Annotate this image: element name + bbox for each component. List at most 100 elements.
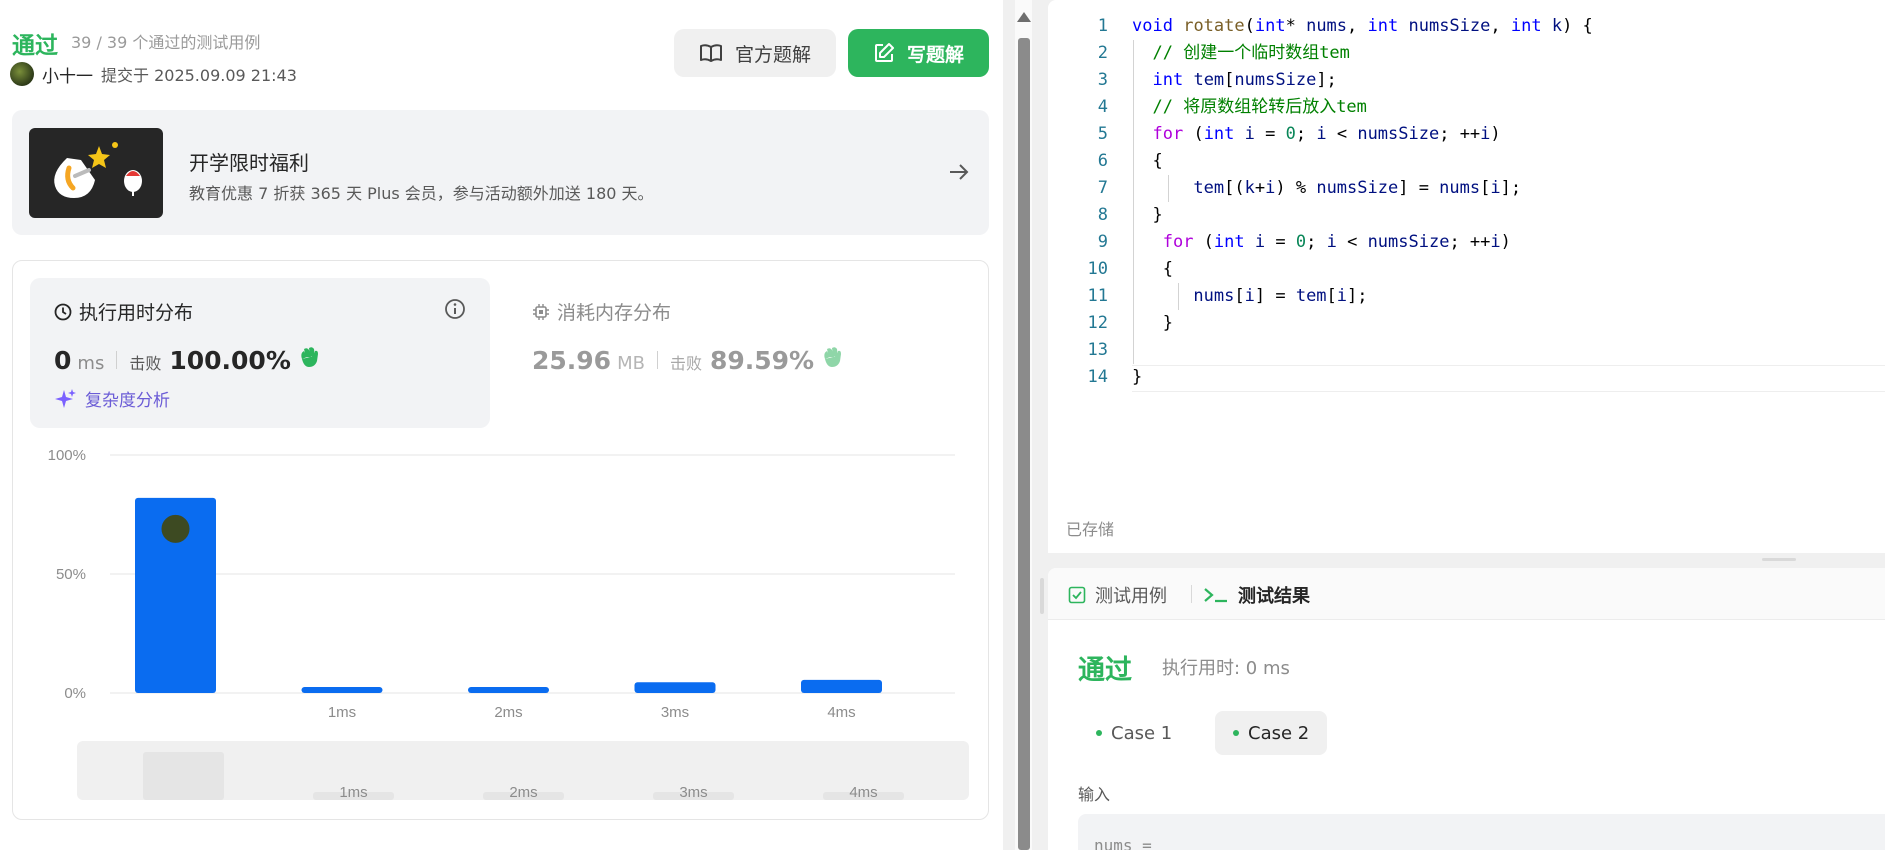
minimap-label: 3ms [679,784,707,800]
minimap-label: 1ms [339,784,367,800]
memory-value-row: 25.96 MB 击败 89.59% [532,345,846,375]
code-line[interactable]: 10 { [1048,256,1885,283]
tab-testcases[interactable]: 测试用例 [1068,582,1167,608]
memory-beat-percent: 89.59% [709,346,815,375]
line-number: 7 [1097,178,1108,198]
testcase-summary: 39 / 39 个通过的测试用例 [71,33,261,52]
case-tab-2[interactable]: Case 2 [1215,711,1328,755]
code-text: } [1132,367,1143,387]
indent-guide [1168,175,1169,202]
code-line[interactable]: 7 tem[(k+i) % numsSize] = nums[i]; [1048,175,1885,202]
line-number: 2 [1097,43,1108,63]
y-tick-label: 0% [64,685,86,702]
code-text: for (int i = 0; i < numsSize; ++i) [1152,124,1501,144]
divider [656,351,658,369]
avatar [159,512,192,545]
tab-test-results[interactable]: 测试结果 [1203,582,1310,608]
sparkle-icon [55,388,76,408]
code-line[interactable]: 2 // 创建一个临时数组tem [1048,40,1885,67]
code-line[interactable]: 13 [1048,337,1885,364]
chip-icon [533,303,549,320]
chart-bar[interactable] [634,682,716,693]
code-line[interactable]: 4 // 将原数组轮转后放入tem [1048,94,1885,121]
code-line[interactable]: 14} [1048,364,1885,391]
code-text: { [1132,151,1163,171]
clock-icon [54,303,72,320]
input-value-box: nums = [1078,814,1885,850]
runtime-label-text: 执行用时分布 [79,302,194,324]
code-line[interactable]: 6 { [1048,148,1885,175]
runtime-distribution-chart: 100% 50% 0% 1ms 2ms 3ms 4ms [48,447,955,721]
pass-dot [1096,730,1102,736]
avatar[interactable] [10,62,34,86]
line-number: 6 [1097,151,1108,171]
edit-icon [874,43,894,62]
memory-label[interactable]: 消耗内存分布 [532,298,671,325]
line-number: 11 [1087,286,1108,306]
code-line[interactable]: 5 for (int i = 0; i < numsSize; ++i) [1048,121,1885,148]
code-line[interactable]: 3 int tem[numsSize]; [1048,67,1885,94]
code-text: tem[(k+i) % numsSize] = nums[i]; [1193,178,1522,198]
chart-minimap-bars: 1ms 2ms 3ms 4ms [143,752,904,800]
case-tab-1-label: Case 1 [1111,722,1173,744]
code-text: { [1132,259,1173,279]
promo-banner[interactable]: 开学限时福利 教育优惠 7 折获 365 天 Plus 会员，参与活动额外加送 … [12,110,989,235]
chart-bar[interactable] [801,679,882,693]
write-solution-button[interactable]: 写题解 [848,29,989,77]
line-number: 9 [1097,232,1108,252]
write-solution-label: 写题解 [906,43,964,66]
official-solution-label: 官方题解 [734,43,811,66]
code-text: nums[i] = tem[i]; [1193,286,1368,306]
code-line[interactable]: 9 for (int i = 0; i < numsSize; ++i) [1048,229,1885,256]
line-number: 8 [1097,205,1108,225]
terminal-icon [1204,588,1227,603]
code-text: } [1132,205,1163,225]
code-text: void rotate(int* nums, int numsSize, int… [1132,16,1593,36]
line-number: 3 [1097,70,1108,90]
vertical-resize-handle[interactable] [1762,558,1796,561]
tab-testcases-label: 测试用例 [1095,586,1167,607]
case-tab-1[interactable]: Case 1 [1078,711,1191,755]
code-line[interactable]: 8 } [1048,202,1885,229]
y-tick-label: 50% [56,566,86,583]
code-text: int tem[numsSize]; [1152,70,1337,90]
input-label: 输入 [1078,785,1111,804]
runtime-beat-label: 击败 [129,354,162,373]
input-nums-label: nums = [1094,836,1152,850]
code-line[interactable]: 12 } [1048,310,1885,337]
minimap-bar [143,752,224,800]
promo-title: 开学限时福利 [189,151,309,175]
submission-panel: 通过 39 / 39 个通过的测试用例 小十一 提交于 2025.09.09 2… [0,0,1003,850]
submission-status: 通过 [12,33,58,59]
chart-bar[interactable] [301,687,383,693]
line-number: 13 [1087,340,1108,360]
scrollbar-thumb[interactable] [1018,38,1030,850]
official-solution-button[interactable]: 官方题解 [674,29,836,77]
line-number: 10 [1087,259,1108,279]
scroll-up-arrow-icon[interactable] [1017,12,1031,22]
case-tab-2-label: Case 2 [1248,722,1310,744]
memory-label-text: 消耗内存分布 [557,302,672,324]
code-text: // 创建一个临时数组tem [1152,43,1350,63]
complexity-analysis-link[interactable]: 复杂度分析 [55,386,170,411]
arrow-right-icon[interactable] [947,160,971,184]
memory-unit: MB [617,353,645,374]
code-line[interactable]: 11 nums[i] = tem[i]; [1048,283,1885,310]
pass-dot [1233,730,1239,736]
promo-description: 教育优惠 7 折获 365 天 Plus 会员，参与活动额外加送 180 天。 [189,184,654,203]
runtime-beat-percent: 100.00% [169,346,291,375]
username[interactable]: 小十一 [42,62,93,87]
x-tick-label: 3ms [661,704,689,721]
code-line[interactable]: 1 void rotate(int* nums, int numsSize, in… [1048,13,1885,40]
code-text: } [1132,313,1173,333]
chart-bar[interactable] [468,687,549,693]
code-editor[interactable]: 1 void rotate(int* nums, int numsSize, in… [1048,0,1885,553]
panel-resize-handle[interactable] [1040,578,1044,614]
line-number: 5 [1097,124,1108,144]
info-icon[interactable] [444,298,466,320]
memory-beat-label: 击败 [669,354,702,373]
result-status: 通过 [1078,655,1132,686]
indent-guide [1178,283,1179,310]
save-status: 已存储 [1066,520,1115,539]
clap-icon [301,347,318,367]
